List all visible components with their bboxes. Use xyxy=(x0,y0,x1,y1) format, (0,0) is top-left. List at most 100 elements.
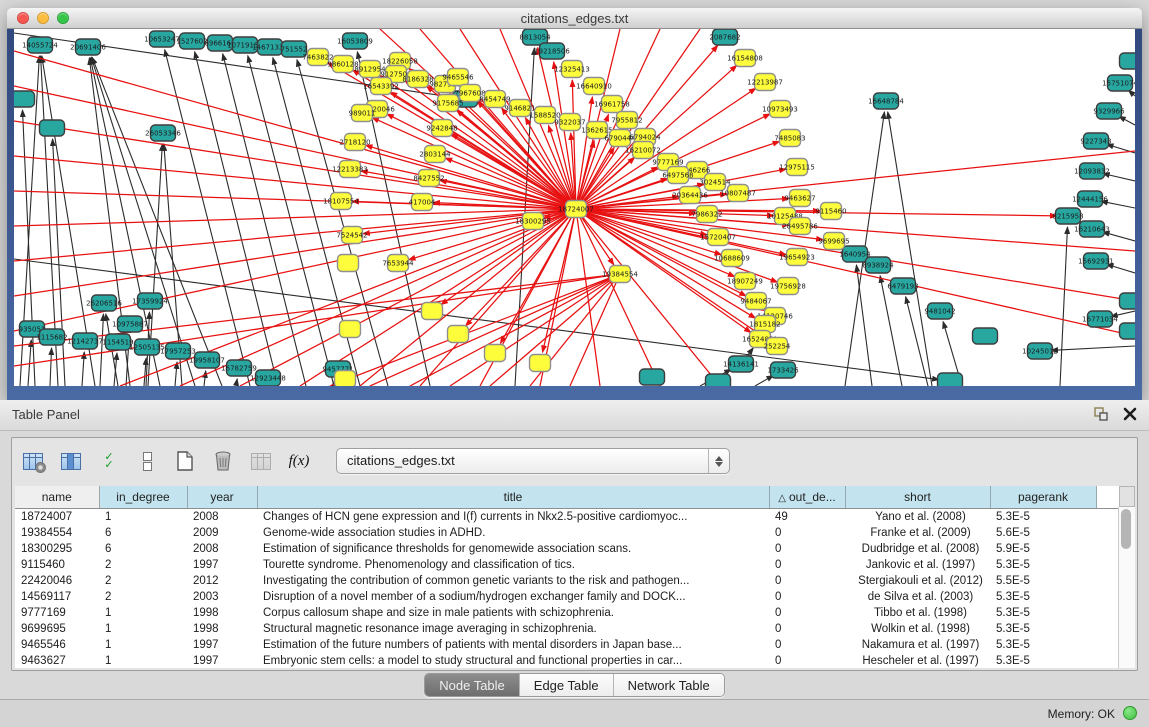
graph-node[interactable] xyxy=(448,326,469,343)
graph-node[interactable]: 15692931 xyxy=(1078,253,1114,269)
table-vertical-scrollbar[interactable] xyxy=(1118,507,1135,668)
graph-node[interactable]: 12093832 xyxy=(1074,163,1110,179)
graph-node[interactable] xyxy=(340,321,361,338)
table-cell[interactable]: 5.3E-5 xyxy=(990,605,1096,621)
graph-node[interactable]: 2087682 xyxy=(709,29,740,45)
table-row[interactable]: 911546021997Tourette syndrome. Phenomeno… xyxy=(15,557,1119,573)
graph-edge[interactable] xyxy=(14,121,576,209)
table-cell[interactable]: 1 xyxy=(99,653,187,668)
table-cell[interactable]: Franke et al. (2009) xyxy=(845,525,990,541)
table-cell[interactable]: Nakamura et al. (1997) xyxy=(845,637,990,653)
table-cell[interactable]: 19384554 xyxy=(15,525,99,541)
table-cell[interactable]: 1998 xyxy=(187,621,257,637)
graph-node[interactable]: 6479193 xyxy=(887,278,918,294)
graph-node[interactable]: 19756928 xyxy=(770,278,806,295)
graph-node[interactable]: 2803144 xyxy=(419,146,451,163)
table-cell[interactable]: 1 xyxy=(99,637,187,653)
graph-edge[interactable] xyxy=(410,274,620,386)
graph-node[interactable]: 26053346 xyxy=(145,125,181,141)
table-cell[interactable]: 2 xyxy=(99,557,187,573)
graph-node[interactable]: 12975115 xyxy=(779,159,815,176)
graph-node[interactable]: 12444156 xyxy=(1072,191,1108,207)
table-cell[interactable]: Dudbridge et al. (2008) xyxy=(845,541,990,557)
table-cell[interactable]: Changes of HCN gene expression and I(f) … xyxy=(257,509,769,526)
graph-node[interactable]: 7653944 xyxy=(382,255,414,272)
table-cell[interactable]: Stergiakouli et al. (2012) xyxy=(845,573,990,589)
tab-node-table[interactable]: Node Table xyxy=(425,674,520,696)
graph-node[interactable] xyxy=(40,120,65,136)
graph-node[interactable]: 17359924 xyxy=(132,293,168,309)
table-row[interactable]: 1830029562008Estimation of significance … xyxy=(15,541,1119,557)
graph-edge[interactable] xyxy=(372,118,576,209)
table-cell[interactable]: 1997 xyxy=(187,653,257,668)
table-cell[interactable]: 1997 xyxy=(187,557,257,573)
graph-node[interactable]: 9465546 xyxy=(442,69,474,86)
graph-node[interactable] xyxy=(14,91,35,107)
table-cell[interactable]: Hescheler et al. (1997) xyxy=(845,653,990,668)
table-cell[interactable]: 14569117 xyxy=(15,589,99,605)
graph-node[interactable]: 9115460 xyxy=(815,203,846,220)
table-cell[interactable]: 2 xyxy=(99,573,187,589)
table-cell[interactable]: 1997 xyxy=(187,637,257,653)
graph-edge[interactable] xyxy=(14,209,576,296)
graph-node[interactable]: 1115682 xyxy=(36,329,67,345)
table-cell[interactable]: Corpus callosum shape and size in male p… xyxy=(257,605,769,621)
table-row[interactable]: 946554611997Estimation of the future num… xyxy=(15,637,1119,653)
table-cell[interactable]: 5.9E-5 xyxy=(990,541,1096,557)
graph-node[interactable] xyxy=(1120,323,1136,339)
table-cell[interactable]: Jankovic et al. (1997) xyxy=(845,557,990,573)
graph-edge[interactable] xyxy=(14,156,576,209)
graph-node[interactable]: 7485083 xyxy=(774,130,805,147)
tab-edge-table[interactable]: Edge Table xyxy=(520,674,614,696)
table-cell[interactable]: Disruption of a novel member of a sodium… xyxy=(257,589,769,605)
graph-node[interactable]: 16648784 xyxy=(868,93,904,109)
graph-node[interactable] xyxy=(1120,293,1136,309)
graph-node[interactable] xyxy=(1120,53,1136,69)
col-header-in-degree[interactable]: in_degree xyxy=(99,486,187,509)
graph-edge[interactable] xyxy=(175,362,177,386)
table-cell[interactable]: 2008 xyxy=(187,541,257,557)
delete-table-icon[interactable] xyxy=(210,448,236,474)
table-cell[interactable]: 22420046 xyxy=(15,573,99,589)
graph-edge[interactable] xyxy=(50,348,52,386)
graph-node[interactable] xyxy=(485,345,506,362)
graph-node[interactable] xyxy=(422,303,443,320)
graph-edge[interactable] xyxy=(445,158,576,209)
graph-node[interactable]: 10975887 xyxy=(112,316,148,332)
graph-node[interactable]: 7955812 xyxy=(611,112,642,129)
graph-edge[interactable] xyxy=(100,314,103,386)
graph-node[interactable]: 10245012 xyxy=(1022,343,1058,359)
graph-node[interactable] xyxy=(530,355,551,372)
table-cell[interactable]: 1998 xyxy=(187,605,257,621)
graph-node[interactable] xyxy=(338,255,359,272)
graph-node[interactable]: 16053809 xyxy=(337,33,373,49)
table-cell[interactable]: Tibbo et al. (1998) xyxy=(845,605,990,621)
graph-edge[interactable] xyxy=(204,371,206,386)
graph-node[interactable]: 9227343 xyxy=(1080,133,1111,149)
graph-edge[interactable] xyxy=(856,265,872,386)
graph-node[interactable]: 8215958 xyxy=(1052,208,1083,224)
graph-node[interactable] xyxy=(938,373,963,386)
table-cell[interactable]: 9465546 xyxy=(15,637,99,653)
col-header-year[interactable]: year xyxy=(187,486,257,509)
table-cell[interactable]: 2008 xyxy=(187,509,257,526)
row-options-icon[interactable] xyxy=(134,448,160,474)
table-cell[interactable]: 9699695 xyxy=(15,621,99,637)
table-row[interactable]: 1938455462009Genome-wide association stu… xyxy=(15,525,1119,541)
graph-edge[interactable] xyxy=(370,274,620,386)
graph-edge[interactable] xyxy=(1107,264,1135,273)
graph-node[interactable]: 12142737 xyxy=(67,333,103,349)
table-cell[interactable]: 18300295 xyxy=(15,541,99,557)
window-titlebar[interactable]: citations_edges.txt xyxy=(7,8,1142,29)
graph-node[interactable]: 15751074 xyxy=(1102,75,1135,91)
table-cell[interactable]: 9777169 xyxy=(15,605,99,621)
table-cell[interactable]: 5.3E-5 xyxy=(990,621,1096,637)
table-cell[interactable]: 0 xyxy=(769,621,845,637)
graph-node[interactable] xyxy=(973,328,998,344)
close-panel-icon[interactable] xyxy=(1123,407,1137,426)
col-header-name[interactable]: name xyxy=(15,486,99,509)
graph-node[interactable]: 10688609 xyxy=(714,250,750,267)
table-cell[interactable]: 1 xyxy=(99,621,187,637)
table-cell[interactable]: Embryonic stem cells: a model to study s… xyxy=(257,653,769,668)
graph-node[interactable]: 10653247 xyxy=(144,31,180,47)
